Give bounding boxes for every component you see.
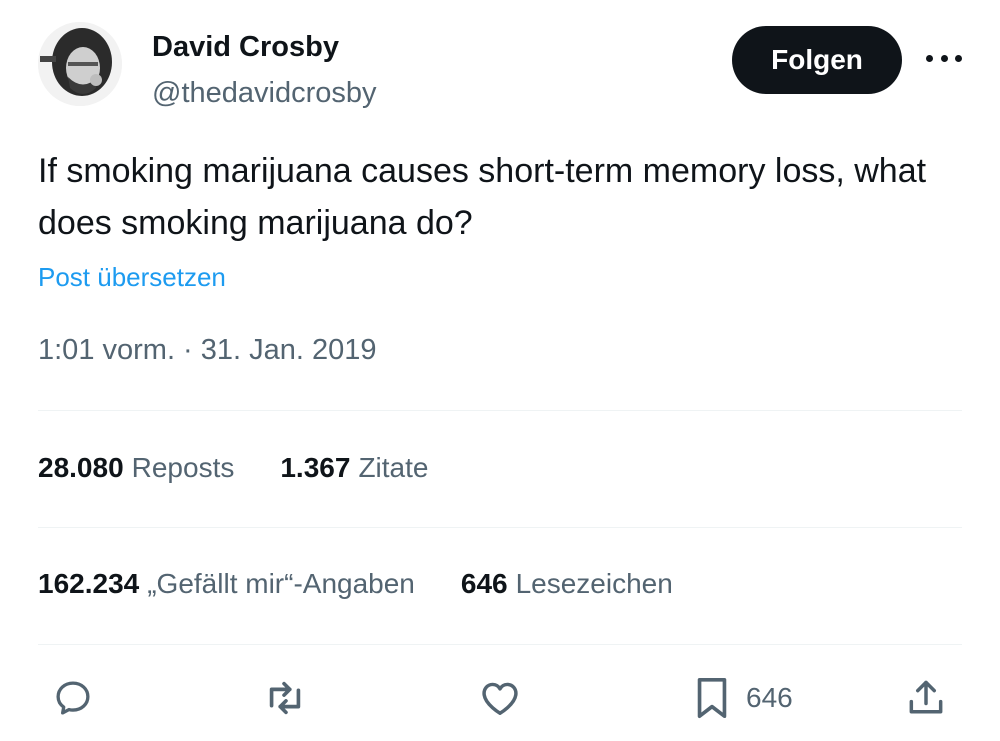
tweet-timestamp[interactable]: 1:01 vorm. · 31. Jan. 2019	[38, 334, 377, 367]
quotes-label: Zitate	[358, 452, 429, 483]
dot	[955, 54, 962, 62]
share-button[interactable]	[904, 672, 948, 724]
reply-icon	[56, 681, 90, 715]
author-display-name[interactable]: David Crosby	[152, 30, 377, 64]
dot	[940, 54, 948, 62]
heart-icon	[482, 682, 518, 715]
reposts-count: 28.080	[38, 452, 124, 483]
divider	[38, 527, 962, 528]
stats-row-reposts-quotes: 28.080 Reposts 1.367 Zitate	[38, 452, 428, 484]
repost-button[interactable]	[262, 672, 308, 724]
bookmarks-label: Lesezeichen	[515, 568, 673, 599]
reply-button[interactable]	[52, 672, 94, 724]
tweet-text: If smoking marijuana causes short-term m…	[38, 152, 927, 242]
likes-count: 162.234	[38, 568, 140, 599]
bookmarks-stat[interactable]: 646 Lesezeichen	[461, 568, 673, 600]
quotes-stat[interactable]: 1.367 Zitate	[280, 452, 428, 484]
avatar[interactable]	[38, 22, 122, 106]
bookmark-count: 646	[746, 682, 793, 713]
follow-button[interactable]: Folgen	[732, 26, 902, 94]
translate-link[interactable]: Post übersetzen	[38, 262, 226, 293]
repost-icon	[269, 681, 301, 715]
likes-label: „Gefällt mir“-Angaben	[147, 568, 415, 599]
more-horizontal-icon[interactable]	[926, 48, 962, 68]
author-handle[interactable]: @thedavidcrosby	[152, 76, 377, 110]
action-bar: 646	[38, 672, 962, 724]
bookmark-icon	[697, 677, 727, 719]
quotes-count: 1.367	[280, 452, 351, 483]
bookmark-button[interactable]: 646	[692, 672, 793, 724]
reposts-label: Reposts	[131, 452, 235, 483]
reposts-stat[interactable]: 28.080 Reposts	[38, 452, 234, 484]
dot	[926, 54, 933, 62]
divider	[38, 644, 962, 645]
bookmarks-count: 646	[460, 568, 508, 599]
tweet-header: David Crosby @thedavidcrosby Folgen	[38, 22, 962, 114]
stats-row-likes-bookmarks: 162.234 „Gefällt mir“-Angaben 646 Leseze…	[38, 568, 673, 600]
like-button[interactable]	[478, 672, 522, 724]
divider	[38, 410, 962, 411]
avatar-photo-icon	[38, 22, 122, 106]
likes-stat[interactable]: 162.234 „Gefällt mir“-Angaben	[38, 568, 415, 600]
share-icon	[909, 680, 943, 714]
